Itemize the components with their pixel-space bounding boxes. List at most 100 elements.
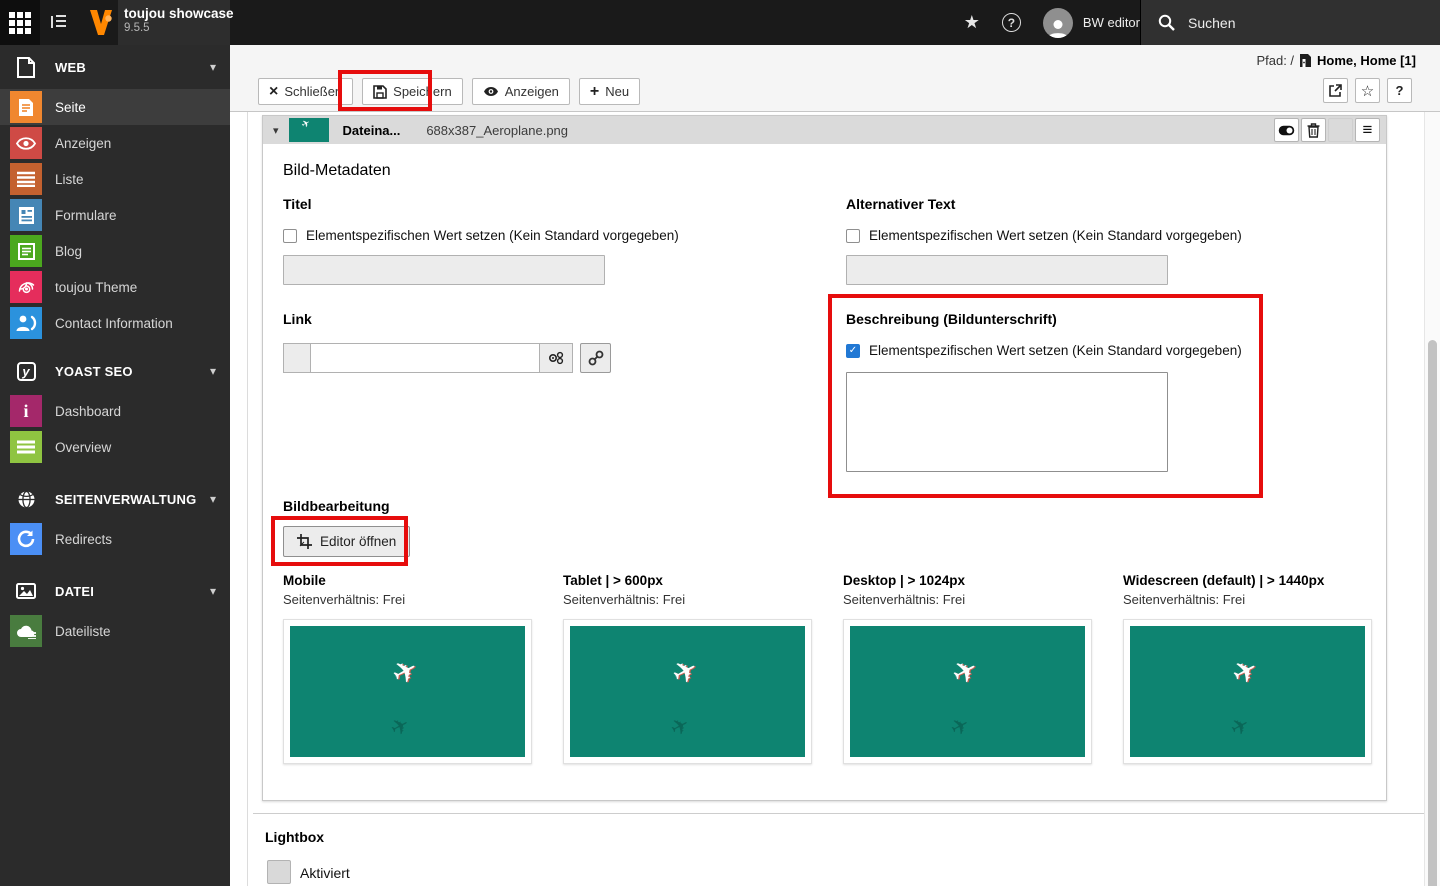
app-title: toujou showcase bbox=[124, 6, 230, 21]
user-menu[interactable]: BW editor bbox=[1043, 8, 1140, 38]
open-in-new-window-button[interactable] bbox=[1323, 78, 1348, 103]
alt-override-checkbox-row[interactable]: Elementspezifischen Wert setzen (Kein St… bbox=[846, 228, 1366, 243]
crop-icon bbox=[297, 534, 312, 549]
content-divider bbox=[247, 112, 248, 886]
field-beschreibung: Beschreibung (Bildunterschrift) ✓ Elemen… bbox=[846, 311, 1366, 472]
search-label: Suchen bbox=[1188, 15, 1235, 31]
beschreibung-override-checkbox-row[interactable]: ✓ Elementspezifischen Wert setzen (Kein … bbox=[846, 343, 1366, 358]
field-label: Beschreibung (Bildunterschrift) bbox=[846, 311, 1366, 327]
search-bar[interactable]: Suchen bbox=[1140, 0, 1440, 45]
view-button[interactable]: Anzeigen bbox=[472, 78, 570, 105]
preview-card[interactable]: ✈ ✈ bbox=[1123, 619, 1372, 764]
open-editor-button[interactable]: Editor öffnen bbox=[283, 526, 410, 557]
close-button[interactable]: × Schließen bbox=[258, 78, 353, 105]
sidebar-group-web[interactable]: WEB ▾ bbox=[0, 45, 230, 89]
bookmark-button[interactable]: ☆ bbox=[1355, 78, 1380, 103]
help-button[interactable]: ? bbox=[1387, 78, 1412, 103]
sidebar-group-seitenverwaltung[interactable]: SEITENVERWALTUNG ▾ bbox=[0, 477, 230, 521]
menu-icon: ≡ bbox=[1363, 120, 1373, 140]
preview-card[interactable]: ✈ ✈ bbox=[563, 619, 812, 764]
sidebar-group-yoast-seo[interactable]: y YOAST SEO ▾ bbox=[0, 349, 230, 393]
external-link-icon bbox=[1329, 84, 1342, 97]
delete-button[interactable] bbox=[1301, 118, 1326, 142]
search-icon bbox=[1158, 14, 1175, 31]
preview-card[interactable]: ✈ ✈ bbox=[283, 619, 532, 764]
app-version: 9.5.5 bbox=[124, 22, 230, 34]
link-input[interactable] bbox=[310, 343, 540, 373]
sidebar-item-overview[interactable]: Overview bbox=[0, 429, 230, 465]
grid-icon bbox=[9, 12, 31, 34]
bildbearbeitung-label: Bildbearbeitung bbox=[283, 498, 1366, 514]
link-browser-button[interactable] bbox=[580, 343, 611, 373]
lightbox-activated-checkbox[interactable] bbox=[267, 860, 291, 884]
drag-handle-button[interactable]: ≡ bbox=[1355, 118, 1380, 142]
field-label: Link bbox=[283, 311, 824, 327]
sidebar-item-label: Formulare bbox=[55, 208, 117, 223]
save-button[interactable]: Speichern bbox=[362, 78, 463, 105]
checkbox-unchecked[interactable] bbox=[283, 229, 297, 243]
new-button[interactable]: + Neu bbox=[579, 78, 640, 105]
checkbox-unchecked[interactable] bbox=[846, 229, 860, 243]
preview-ratio: Seitenverhältnis: Frei bbox=[283, 592, 532, 607]
breadcrumb-page-label: Home, Home [1] bbox=[1317, 53, 1416, 68]
chevron-down-icon: ▾ bbox=[210, 584, 216, 598]
app-title-block: toujou showcase 9.5.5 bbox=[118, 0, 230, 45]
lightbox-activated-label: Aktiviert bbox=[300, 865, 350, 881]
preview-title: Mobile bbox=[283, 573, 532, 588]
sidebar-item-anzeigen[interactable]: Anzeigen bbox=[0, 125, 230, 161]
preview-desktop: Desktop | > 1024px Seitenverhältnis: Fre… bbox=[843, 573, 1092, 764]
module-menu-toggle-button[interactable] bbox=[0, 0, 40, 45]
link-explanation-toggle[interactable] bbox=[540, 343, 573, 373]
sidebar-group-label: YOAST SEO bbox=[55, 364, 210, 379]
sidebar-item-label: Blog bbox=[55, 244, 82, 259]
sidebar-item-contact-information[interactable]: Contact Information bbox=[0, 305, 230, 341]
beschreibung-textarea[interactable] bbox=[846, 372, 1168, 472]
bookmark-star-icon[interactable]: ★ bbox=[964, 12, 980, 33]
pagetree-toggle-button[interactable] bbox=[50, 13, 68, 31]
sidebar-item-liste[interactable]: Liste bbox=[0, 161, 230, 197]
sidebar-item-dateiliste[interactable]: Dateiliste bbox=[0, 613, 230, 649]
record-header[interactable]: ▾ ✈ Dateina... 688x387_Aeroplane.png ≡ bbox=[263, 116, 1386, 144]
breadcrumb: Pfad: / Home, Home [1] bbox=[1256, 53, 1416, 68]
trash-icon bbox=[1307, 123, 1320, 138]
collapse-caret-icon[interactable]: ▾ bbox=[273, 124, 279, 137]
sidebar-item-formulare[interactable]: Formulare bbox=[0, 197, 230, 233]
link-type-prefix bbox=[283, 343, 310, 373]
field-alternativer-text: Alternativer Text Elementspezifischen We… bbox=[846, 196, 1366, 285]
blog-icon bbox=[10, 235, 42, 267]
sidebar-item-blog[interactable]: Blog bbox=[0, 233, 230, 269]
checkbox-checked[interactable]: ✓ bbox=[846, 344, 860, 358]
help-icon[interactable]: ? bbox=[1002, 13, 1021, 32]
sidebar-group-label: WEB bbox=[55, 60, 210, 75]
sidebar-item-dashboard[interactable]: i Dashboard bbox=[0, 393, 230, 429]
plane-shadow-icon: ✈ bbox=[386, 711, 414, 743]
record-type-label: Dateina... bbox=[343, 123, 401, 138]
titel-override-checkbox-row[interactable]: Elementspezifischen Wert setzen (Kein St… bbox=[283, 228, 824, 243]
sidebar-item-label: toujou Theme bbox=[55, 280, 137, 295]
alt-input[interactable] bbox=[846, 255, 1168, 285]
list-icon bbox=[10, 163, 42, 195]
empty-action-slot bbox=[1328, 118, 1353, 142]
plane-icon: ✈ bbox=[387, 651, 426, 694]
sidebar-group-datei[interactable]: DATEI ▾ bbox=[0, 569, 230, 613]
scrollbar-track[interactable] bbox=[1424, 112, 1440, 886]
sidebar-item-seite[interactable]: Seite bbox=[0, 89, 230, 125]
field-titel: Titel Elementspezifischen Wert setzen (K… bbox=[283, 196, 824, 285]
preview-title: Tablet | > 600px bbox=[563, 573, 812, 588]
sidebar-item-toujou-theme[interactable]: toujou Theme bbox=[0, 269, 230, 305]
visibility-toggle-button[interactable] bbox=[1274, 118, 1299, 142]
user-name: BW editor bbox=[1083, 15, 1140, 30]
scrollbar-thumb[interactable] bbox=[1428, 340, 1437, 886]
titel-input[interactable] bbox=[283, 255, 605, 285]
preview-card[interactable]: ✈ ✈ bbox=[843, 619, 1092, 764]
record-filename: 688x387_Aeroplane.png bbox=[426, 123, 1274, 138]
eye-icon bbox=[10, 127, 42, 159]
toujou-logo-icon bbox=[88, 9, 114, 36]
star-outline-icon: ☆ bbox=[1361, 82, 1374, 100]
field-label: Alternativer Text bbox=[846, 196, 1366, 212]
section-title: Bild-Metadaten bbox=[283, 162, 1366, 180]
list-tree-icon bbox=[50, 13, 68, 31]
sidebar-item-redirects[interactable]: Redirects bbox=[0, 521, 230, 557]
document-icon bbox=[10, 57, 42, 78]
sidebar-item-label: Contact Information bbox=[55, 316, 173, 331]
